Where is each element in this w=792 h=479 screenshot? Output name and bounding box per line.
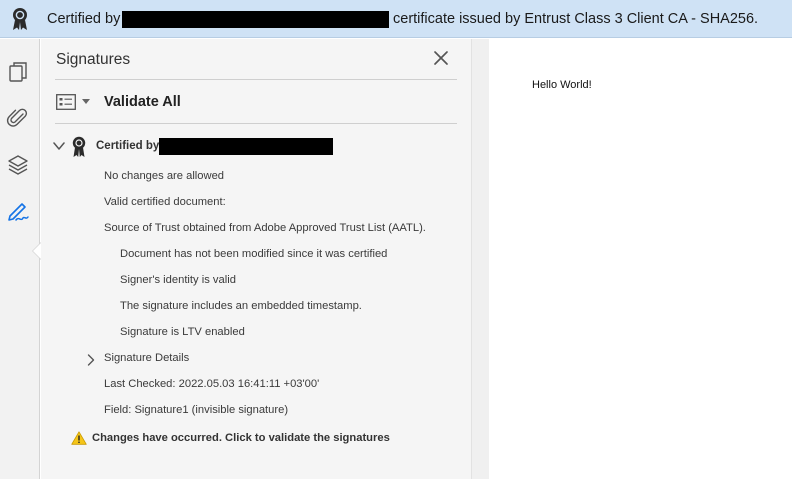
expand-chevron-icon[interactable]: [87, 354, 95, 366]
validate-row: Validate All: [56, 91, 181, 113]
certification-banner: Certified by certificate issued by Entru…: [0, 0, 792, 38]
collapse-chevron-icon[interactable]: [53, 141, 65, 151]
status-timestamp: The signature includes an embedded times…: [120, 300, 362, 312]
chevron-down-icon[interactable]: [82, 99, 90, 105]
signature-options-icon[interactable]: [56, 94, 76, 110]
panel-title: Signatures: [56, 51, 131, 68]
left-tool-rail: [0, 39, 41, 479]
status-identity-valid: Signer's identity is valid: [120, 274, 236, 286]
validate-all-button[interactable]: Validate All: [104, 94, 181, 110]
ribbon-badge-icon: [13, 8, 27, 30]
status-valid-certified: Valid certified document:: [104, 196, 226, 208]
status-ltv: Signature is LTV enabled: [120, 326, 245, 338]
certified-by-label: Certified by: [96, 140, 160, 152]
validate-warning-text[interactable]: Changes have occurred. Click to validate…: [92, 432, 390, 444]
last-checked-text: Last Checked: 2022.05.03 16:41:11 +03'00…: [104, 378, 320, 390]
status-not-modified: Document has not been modified since it …: [120, 248, 388, 260]
status-source-of-trust: Source of Trust obtained from Adobe Appr…: [104, 222, 426, 234]
banner-certified-by-text: Certified by: [47, 11, 121, 27]
divider: [55, 123, 457, 124]
redacted-signer-name: [122, 11, 389, 28]
close-icon[interactable]: [433, 50, 449, 66]
signature-field-text: Field: Signature1 (invisible signature): [104, 404, 289, 416]
redacted-signer-name: [159, 138, 333, 155]
signatures-icon[interactable]: [6, 200, 30, 224]
document-page: Hello World!: [489, 39, 792, 479]
panel-splitter[interactable]: [471, 39, 489, 479]
banner-issuer-text: certificate issued by Entrust Class 3 Cl…: [393, 11, 759, 27]
document-text: Hello World!: [532, 79, 592, 91]
signatures-panel: Signatures Validate All Certified by No …: [41, 39, 471, 479]
status-no-changes: No changes are allowed: [104, 170, 225, 182]
layers-icon[interactable]: [6, 153, 30, 177]
certified-badge-icon: [72, 136, 86, 157]
page-thumbnails-icon[interactable]: [6, 60, 30, 84]
signature-details-toggle[interactable]: Signature Details: [104, 352, 189, 364]
panel-pointer: [33, 243, 41, 259]
divider: [55, 79, 457, 80]
attachments-icon[interactable]: [6, 106, 30, 130]
warning-icon: [71, 431, 87, 445]
